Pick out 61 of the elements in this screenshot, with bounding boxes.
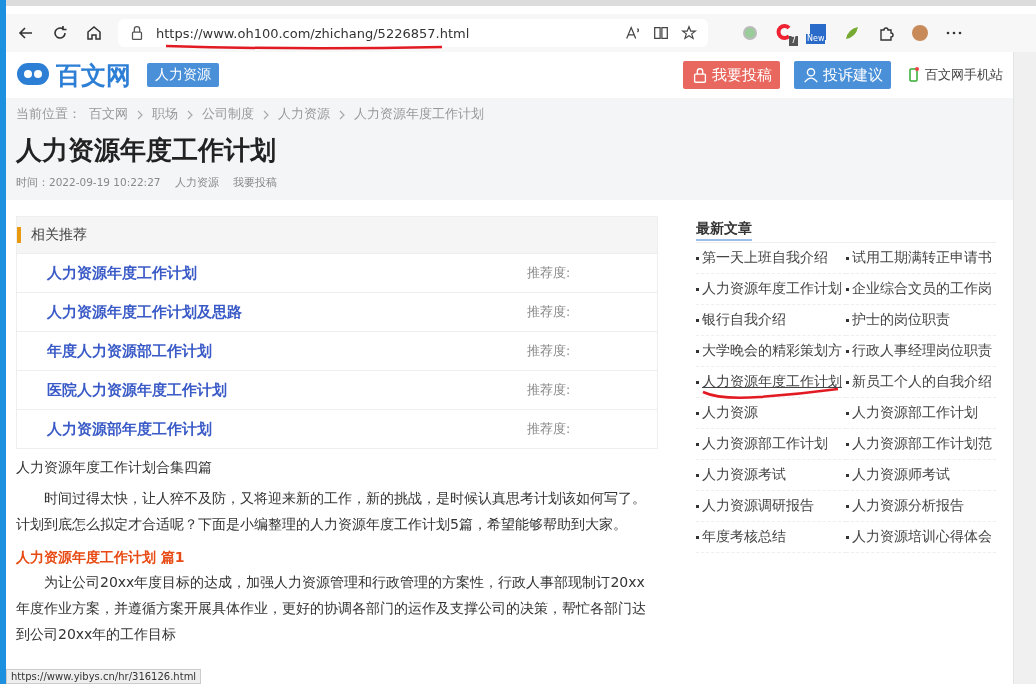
article-link[interactable]: 护士的岗位职责 [852,311,950,329]
sidebar-heading: 最新文章 [696,220,752,241]
article-link[interactable]: 行政人事经理岗位职责 [852,342,992,360]
scrollbar[interactable] [1013,52,1036,684]
chevron-icon [136,109,144,120]
chevron-icon [338,109,346,120]
related-link[interactable]: 人力资源年度工作计划及思路 [47,302,527,322]
related-link[interactable]: 医院人力资源年度工作计划 [47,380,527,400]
rating-label: 推荐度: [527,342,572,360]
home-icon[interactable] [84,23,104,43]
article-title: 人力资源年度工作计划 [16,134,277,167]
article-link[interactable]: 人力资源师考试 [852,466,950,484]
article-link[interactable]: 银行自我介绍 [702,311,786,329]
article-link[interactable]: 人力资源部工作计划 [852,404,978,422]
chevron-icon [262,109,270,120]
person-icon [802,66,820,84]
status-bar-url: https://www.yibys.cn/hr/316126.html [6,669,202,684]
article-link[interactable]: 第一天上班自我介绍 [702,249,828,267]
article-link[interactable]: 企业综合文员的工作岗 [852,280,992,298]
paragraph: 时间过得太快，让人猝不及防，又将迎来新的工作，新的挑战，是时候认真思考计划该如何写了。计划到底怎么拟定才合适呢？下面是小编整理的人力资源年度工作计划5篇，希望能够帮助到大家。 [16,489,647,534]
section-heading: 人力资源年度工作计划 篇1 [16,549,186,567]
article-link[interactable]: 人力资源分析报告 [852,497,964,515]
related-link[interactable]: 年度人力资源部工作计划 [47,341,527,361]
article-link[interactable]: 年度考核总结 [702,528,786,546]
related-link[interactable]: 人力资源年度工作计划 [47,263,527,283]
related-link[interactable]: 人力资源部年度工作计划 [47,419,527,439]
article-link[interactable]: 人力资源调研报告 [702,497,814,515]
article-link[interactable]: 人力资源部工作计划范 [852,435,992,453]
meta-link[interactable]: 我要投稿 [232,176,277,190]
article-link[interactable]: 人力资源考试 [702,466,786,484]
article-link[interactable]: 人力资源年度工作计划 [702,373,842,391]
article-link[interactable]: 人力资源 [702,404,758,422]
related-heading: 相关推荐 [31,226,87,244]
address-field[interactable]: https://www.oh100.com/zhichang/5226857.html [118,19,708,47]
article-link[interactable]: 新员工个人的自我介绍 [852,373,992,391]
extension-button[interactable]: New [808,22,828,44]
article-link[interactable]: 试用工期满转正申请书 [852,249,992,267]
intro-text: 人力资源年度工作计划合集四篇 [16,459,213,477]
breadcrumb-label: 当前位置： [16,106,81,123]
rating-label: 推荐度: [527,303,572,321]
url-text: https://www.oh100.com/zhichang/5226857.html [156,25,470,41]
article-link[interactable]: 人力资源培训心得体会 [852,528,992,546]
star-icon[interactable] [680,24,698,42]
rating-label: 推荐度: [527,381,572,399]
site-logo[interactable]: 百文网 [56,58,131,92]
rating-label: 推荐度: [527,420,572,438]
article-link[interactable]: 人力资源部工作计划 [702,435,828,453]
article-link[interactable]: 人力资源年度工作计划 [702,280,842,298]
rating-label: 推荐度: [527,264,572,282]
chevron-icon [186,109,194,120]
reader-view-icon[interactable] [652,24,670,42]
meta-link[interactable]: 人力资源 [174,176,219,190]
avatar-icon[interactable] [910,23,930,43]
paragraph: 为让公司20xx年度目标的达成，加强人力资源管理和行政管理的方案性，行政人事部现制订20xx年度作业方案，并遵循方案开展具体作业，更好的协调各部门的运作及支撑公司的决策，帮忙各部门达到公司20xx年的工作目标 [16,573,647,644]
publish-time: 时间：2022-09-19 10:22:27 [16,176,161,190]
lock-icon [691,66,709,84]
article-link[interactable]: 大学晚会的精彩策划方 [702,342,842,360]
mobile-site-link[interactable]: 百文网手机站 [925,66,1003,84]
badge-count: 7 [788,36,798,46]
new-badge: New [806,34,826,44]
phone-icon [909,67,919,83]
